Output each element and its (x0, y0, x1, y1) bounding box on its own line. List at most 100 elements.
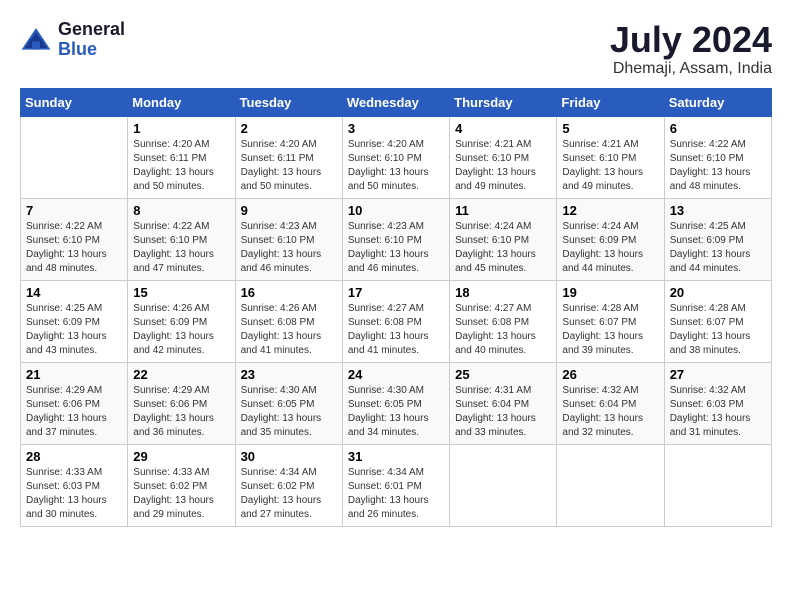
day-number: 18 (455, 285, 551, 300)
calendar-cell: 5 Sunrise: 4:21 AMSunset: 6:10 PMDayligh… (557, 116, 664, 198)
day-of-week-header: Sunday (21, 88, 128, 116)
calendar-cell: 22 Sunrise: 4:29 AMSunset: 6:06 PMDaylig… (128, 362, 235, 444)
day-number: 28 (26, 449, 122, 464)
day-number: 8 (133, 203, 229, 218)
day-detail: Sunrise: 4:29 AMSunset: 6:06 PMDaylight:… (133, 385, 214, 438)
day-of-week-header: Wednesday (342, 88, 449, 116)
day-detail: Sunrise: 4:30 AMSunset: 6:05 PMDaylight:… (348, 385, 429, 438)
calendar-cell: 15 Sunrise: 4:26 AMSunset: 6:09 PMDaylig… (128, 280, 235, 362)
calendar-cell: 4 Sunrise: 4:21 AMSunset: 6:10 PMDayligh… (450, 116, 557, 198)
calendar-cell: 24 Sunrise: 4:30 AMSunset: 6:05 PMDaylig… (342, 362, 449, 444)
day-detail: Sunrise: 4:22 AMSunset: 6:10 PMDaylight:… (133, 221, 214, 274)
day-detail: Sunrise: 4:34 AMSunset: 6:01 PMDaylight:… (348, 467, 429, 520)
day-detail: Sunrise: 4:34 AMSunset: 6:02 PMDaylight:… (241, 467, 322, 520)
logo-icon (20, 24, 52, 56)
calendar-cell: 1 Sunrise: 4:20 AMSunset: 6:11 PMDayligh… (128, 116, 235, 198)
day-detail: Sunrise: 4:32 AMSunset: 6:04 PMDaylight:… (562, 385, 643, 438)
calendar-cell: 10 Sunrise: 4:23 AMSunset: 6:10 PMDaylig… (342, 198, 449, 280)
day-number: 10 (348, 203, 444, 218)
day-number: 6 (670, 121, 766, 136)
day-number: 11 (455, 203, 551, 218)
title-area: July 2024 Dhemaji, Assam, India (610, 20, 772, 78)
calendar-cell (664, 444, 771, 526)
day-number: 3 (348, 121, 444, 136)
calendar-cell: 29 Sunrise: 4:33 AMSunset: 6:02 PMDaylig… (128, 444, 235, 526)
day-number: 19 (562, 285, 658, 300)
day-detail: Sunrise: 4:30 AMSunset: 6:05 PMDaylight:… (241, 385, 322, 438)
day-detail: Sunrise: 4:31 AMSunset: 6:04 PMDaylight:… (455, 385, 536, 438)
calendar-cell: 17 Sunrise: 4:27 AMSunset: 6:08 PMDaylig… (342, 280, 449, 362)
calendar-cell: 11 Sunrise: 4:24 AMSunset: 6:10 PMDaylig… (450, 198, 557, 280)
calendar-cell: 8 Sunrise: 4:22 AMSunset: 6:10 PMDayligh… (128, 198, 235, 280)
calendar-cell: 9 Sunrise: 4:23 AMSunset: 6:10 PMDayligh… (235, 198, 342, 280)
day-number: 15 (133, 285, 229, 300)
day-number: 30 (241, 449, 337, 464)
logo: General Blue (20, 20, 125, 60)
calendar-cell: 27 Sunrise: 4:32 AMSunset: 6:03 PMDaylig… (664, 362, 771, 444)
calendar-cell: 16 Sunrise: 4:26 AMSunset: 6:08 PMDaylig… (235, 280, 342, 362)
day-number: 24 (348, 367, 444, 382)
calendar-cell: 21 Sunrise: 4:29 AMSunset: 6:06 PMDaylig… (21, 362, 128, 444)
calendar-cell: 18 Sunrise: 4:27 AMSunset: 6:08 PMDaylig… (450, 280, 557, 362)
calendar-week-row: 21 Sunrise: 4:29 AMSunset: 6:06 PMDaylig… (21, 362, 772, 444)
day-number: 1 (133, 121, 229, 136)
logo-text: General Blue (58, 20, 125, 60)
day-detail: Sunrise: 4:24 AMSunset: 6:09 PMDaylight:… (562, 221, 643, 274)
calendar-header: SundayMondayTuesdayWednesdayThursdayFrid… (21, 88, 772, 116)
day-detail: Sunrise: 4:20 AMSunset: 6:10 PMDaylight:… (348, 139, 429, 192)
day-detail: Sunrise: 4:20 AMSunset: 6:11 PMDaylight:… (241, 139, 322, 192)
day-detail: Sunrise: 4:32 AMSunset: 6:03 PMDaylight:… (670, 385, 751, 438)
header: General Blue July 2024 Dhemaji, Assam, I… (20, 20, 772, 78)
calendar-cell (450, 444, 557, 526)
calendar-cell: 26 Sunrise: 4:32 AMSunset: 6:04 PMDaylig… (557, 362, 664, 444)
day-detail: Sunrise: 4:33 AMSunset: 6:02 PMDaylight:… (133, 467, 214, 520)
calendar-cell: 13 Sunrise: 4:25 AMSunset: 6:09 PMDaylig… (664, 198, 771, 280)
calendar-cell: 6 Sunrise: 4:22 AMSunset: 6:10 PMDayligh… (664, 116, 771, 198)
day-detail: Sunrise: 4:26 AMSunset: 6:08 PMDaylight:… (241, 303, 322, 356)
day-detail: Sunrise: 4:25 AMSunset: 6:09 PMDaylight:… (26, 303, 107, 356)
day-number: 14 (26, 285, 122, 300)
day-number: 13 (670, 203, 766, 218)
day-number: 20 (670, 285, 766, 300)
location: Dhemaji, Assam, India (610, 60, 772, 78)
calendar-cell: 31 Sunrise: 4:34 AMSunset: 6:01 PMDaylig… (342, 444, 449, 526)
calendar-body: 1 Sunrise: 4:20 AMSunset: 6:11 PMDayligh… (21, 116, 772, 526)
day-detail: Sunrise: 4:20 AMSunset: 6:11 PMDaylight:… (133, 139, 214, 192)
day-number: 17 (348, 285, 444, 300)
day-number: 25 (455, 367, 551, 382)
calendar-cell: 30 Sunrise: 4:34 AMSunset: 6:02 PMDaylig… (235, 444, 342, 526)
day-detail: Sunrise: 4:28 AMSunset: 6:07 PMDaylight:… (562, 303, 643, 356)
day-detail: Sunrise: 4:28 AMSunset: 6:07 PMDaylight:… (670, 303, 751, 356)
calendar-cell: 14 Sunrise: 4:25 AMSunset: 6:09 PMDaylig… (21, 280, 128, 362)
day-number: 2 (241, 121, 337, 136)
calendar-cell (21, 116, 128, 198)
day-detail: Sunrise: 4:25 AMSunset: 6:09 PMDaylight:… (670, 221, 751, 274)
day-of-week-header: Friday (557, 88, 664, 116)
day-detail: Sunrise: 4:24 AMSunset: 6:10 PMDaylight:… (455, 221, 536, 274)
day-detail: Sunrise: 4:29 AMSunset: 6:06 PMDaylight:… (26, 385, 107, 438)
day-number: 31 (348, 449, 444, 464)
calendar-cell: 12 Sunrise: 4:24 AMSunset: 6:09 PMDaylig… (557, 198, 664, 280)
day-detail: Sunrise: 4:33 AMSunset: 6:03 PMDaylight:… (26, 467, 107, 520)
day-detail: Sunrise: 4:27 AMSunset: 6:08 PMDaylight:… (348, 303, 429, 356)
day-number: 4 (455, 121, 551, 136)
day-number: 9 (241, 203, 337, 218)
calendar-week-row: 14 Sunrise: 4:25 AMSunset: 6:09 PMDaylig… (21, 280, 772, 362)
calendar-week-row: 28 Sunrise: 4:33 AMSunset: 6:03 PMDaylig… (21, 444, 772, 526)
day-number: 7 (26, 203, 122, 218)
calendar-cell: 25 Sunrise: 4:31 AMSunset: 6:04 PMDaylig… (450, 362, 557, 444)
calendar-table: SundayMondayTuesdayWednesdayThursdayFrid… (20, 88, 772, 527)
day-detail: Sunrise: 4:27 AMSunset: 6:08 PMDaylight:… (455, 303, 536, 356)
logo-general: General (58, 20, 125, 40)
day-number: 22 (133, 367, 229, 382)
day-number: 16 (241, 285, 337, 300)
day-of-week-header: Saturday (664, 88, 771, 116)
day-number: 29 (133, 449, 229, 464)
day-detail: Sunrise: 4:21 AMSunset: 6:10 PMDaylight:… (455, 139, 536, 192)
day-detail: Sunrise: 4:23 AMSunset: 6:10 PMDaylight:… (348, 221, 429, 274)
calendar-cell: 19 Sunrise: 4:28 AMSunset: 6:07 PMDaylig… (557, 280, 664, 362)
calendar-cell: 7 Sunrise: 4:22 AMSunset: 6:10 PMDayligh… (21, 198, 128, 280)
day-detail: Sunrise: 4:22 AMSunset: 6:10 PMDaylight:… (26, 221, 107, 274)
calendar-cell: 28 Sunrise: 4:33 AMSunset: 6:03 PMDaylig… (21, 444, 128, 526)
calendar-cell: 2 Sunrise: 4:20 AMSunset: 6:11 PMDayligh… (235, 116, 342, 198)
